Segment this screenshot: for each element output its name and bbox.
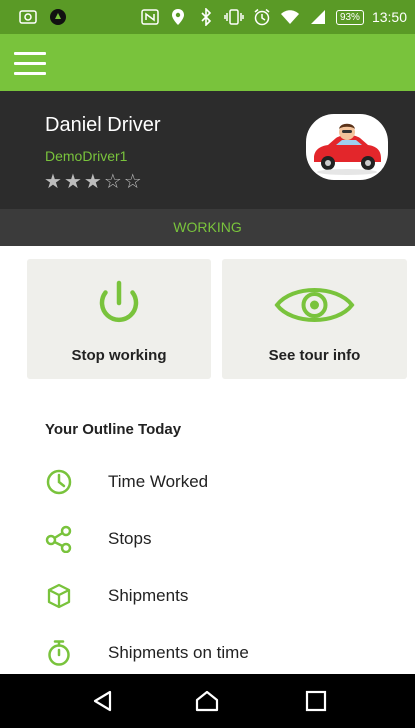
menu-icon[interactable]: [14, 51, 46, 77]
eye-icon: [222, 279, 407, 331]
stopwatch-icon: [45, 639, 73, 667]
location-icon: [168, 7, 188, 27]
stop-working-label: Stop working: [71, 347, 167, 364]
home-icon[interactable]: [194, 689, 220, 713]
star-filled-icon: ★: [44, 171, 64, 193]
working-status-banner: WORKING: [0, 209, 415, 246]
stop-working-button[interactable]: Stop working: [27, 259, 211, 379]
star-empty-icon: ☆: [123, 171, 144, 193]
see-tour-info-button[interactable]: See tour info: [222, 259, 407, 379]
driver-profile-header: Daniel Driver DemoDriver1 ★★★☆☆: [0, 91, 415, 209]
app-notification-icon: [48, 7, 68, 27]
outline-item-stops[interactable]: Stops: [0, 525, 415, 569]
bluetooth-icon: [196, 7, 216, 27]
driver-username: DemoDriver1: [45, 148, 128, 164]
screenshot-icon: [18, 7, 38, 27]
see-tour-info-label: See tour info: [268, 347, 361, 364]
share-nodes-icon: [45, 525, 73, 554]
power-icon: [27, 279, 211, 331]
box-icon: [45, 582, 73, 610]
outline-item-label: Shipments: [108, 586, 189, 605]
outline-title: Your Outline Today: [45, 421, 182, 438]
rating-stars: ★★★☆☆: [44, 169, 144, 194]
vibrate-icon: [224, 7, 244, 27]
battery-level: 93%: [335, 9, 364, 25]
back-icon[interactable]: [90, 689, 116, 713]
app-bar: [0, 34, 415, 91]
outline-item-time-worked[interactable]: Time Worked: [0, 468, 415, 512]
avatar[interactable]: [306, 114, 388, 180]
outline-item-label: Stops: [108, 529, 152, 548]
alarm-icon: [252, 7, 272, 27]
clock-time: 13:50: [371, 9, 407, 25]
outline-item-label: Time Worked: [108, 472, 209, 491]
recent-apps-icon[interactable]: [303, 689, 329, 713]
driver-name: Daniel Driver: [45, 114, 161, 136]
signal-icon: [308, 7, 328, 27]
system-navigation-bar: [0, 674, 415, 728]
star-filled-icon: ★: [63, 171, 84, 193]
outline-item-label: Shipments on time: [108, 643, 249, 662]
nfc-icon: [140, 7, 160, 27]
clock-icon: [45, 468, 73, 496]
star-filled-icon: ★: [83, 171, 104, 193]
status-bar: 93% 13:50: [0, 0, 415, 34]
star-empty-icon: ☆: [103, 171, 124, 193]
outline-item-shipments[interactable]: Shipments: [0, 582, 415, 626]
wifi-icon: [280, 7, 300, 27]
